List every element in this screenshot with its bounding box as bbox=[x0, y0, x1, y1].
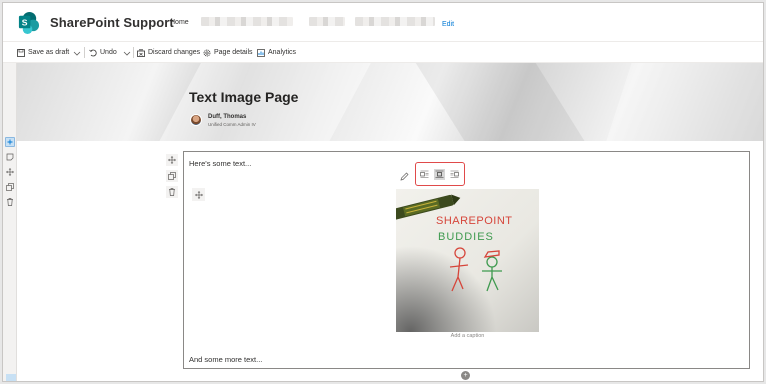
copy-icon bbox=[6, 183, 14, 191]
plus-icon bbox=[7, 139, 13, 145]
gear-icon bbox=[203, 49, 211, 56]
align-left-icon bbox=[420, 170, 429, 178]
move-icon bbox=[194, 190, 203, 199]
save-options-chevron[interactable] bbox=[73, 47, 84, 58]
blurred-nav-links bbox=[355, 17, 435, 26]
image-caption-input[interactable]: Add a caption bbox=[396, 333, 539, 339]
chevron-down-icon bbox=[123, 51, 131, 56]
canvas-section: Here's some text... SHAREPOINT BUDDIES A… bbox=[183, 151, 750, 369]
image-alignment-toolbar bbox=[415, 162, 465, 186]
save-as-draft-button[interactable]: Save as draft bbox=[17, 47, 69, 58]
image-webpart[interactable]: SHAREPOINT BUDDIES bbox=[396, 189, 539, 332]
photo-text-line1: SHAREPOINT bbox=[436, 215, 513, 227]
left-toolbox-rail bbox=[3, 63, 17, 381]
align-center-button[interactable] bbox=[434, 169, 445, 180]
site-title[interactable]: SharePoint Support bbox=[50, 15, 174, 30]
author-name[interactable]: Duff, Thomas bbox=[208, 114, 246, 120]
app-frame: S SharePoint Support Home Edit Save as d… bbox=[2, 2, 764, 382]
save-as-draft-label: Save as draft bbox=[28, 49, 70, 56]
align-right-button[interactable] bbox=[449, 169, 460, 180]
copy-icon bbox=[168, 172, 176, 180]
edit-image-button[interactable] bbox=[398, 170, 410, 182]
avatar bbox=[190, 114, 202, 126]
text-webpart-bottom[interactable]: And some more text... bbox=[189, 355, 262, 364]
section-edit-icon bbox=[6, 153, 14, 161]
align-left-button[interactable] bbox=[419, 169, 430, 180]
chevron-down-icon bbox=[73, 51, 81, 56]
move-icon bbox=[168, 156, 176, 164]
move-icon bbox=[6, 168, 14, 176]
pencil-icon bbox=[400, 172, 408, 180]
duplicate-rail-button[interactable] bbox=[5, 182, 15, 192]
photo-text-line2: BUDDIES bbox=[438, 231, 494, 243]
page-details-label: Page details bbox=[214, 49, 253, 56]
command-bar: Save as draft Undo Discard changes Page … bbox=[3, 42, 763, 63]
logo-letter: S bbox=[22, 17, 28, 27]
divider bbox=[84, 47, 85, 58]
sharepoint-buddies-photo: SHAREPOINT BUDDIES bbox=[396, 189, 539, 332]
sharepoint-logo-icon[interactable]: S bbox=[17, 11, 40, 34]
banner-background-shape bbox=[602, 63, 763, 141]
trash-icon bbox=[169, 188, 175, 196]
delete-webpart-button[interactable] bbox=[166, 186, 178, 198]
banner-background-shape bbox=[409, 63, 605, 141]
add-section-button[interactable]: + bbox=[461, 371, 470, 380]
add-webpart-rail-button[interactable] bbox=[5, 137, 15, 147]
title-banner: Text Image Page Duff, Thomas Unified Com… bbox=[17, 63, 763, 141]
analytics-label: Analytics bbox=[268, 49, 297, 56]
discard-changes-label: Discard changes bbox=[148, 49, 201, 56]
text-webpart-top[interactable]: Here's some text... bbox=[189, 159, 251, 168]
rail-expand-button[interactable] bbox=[6, 374, 16, 381]
section-toolbar bbox=[166, 154, 180, 202]
nav-home-link[interactable]: Home bbox=[170, 19, 189, 26]
undo-label: Undo bbox=[100, 49, 117, 56]
move-webpart-button[interactable] bbox=[166, 154, 178, 166]
page-title[interactable]: Text Image Page bbox=[189, 89, 298, 105]
plus-icon: + bbox=[463, 372, 468, 379]
blurred-nav-links bbox=[201, 17, 293, 26]
delete-rail-button[interactable] bbox=[5, 197, 15, 207]
edit-link[interactable]: Edit bbox=[442, 21, 454, 28]
align-center-icon bbox=[435, 170, 444, 178]
divider bbox=[133, 47, 134, 58]
edit-section-rail-button[interactable] bbox=[5, 152, 15, 162]
discard-changes-button[interactable]: Discard changes bbox=[137, 47, 200, 58]
trash-icon bbox=[7, 198, 13, 206]
duplicate-webpart-button[interactable] bbox=[166, 170, 178, 182]
discard-icon bbox=[137, 48, 145, 57]
align-right-icon bbox=[450, 170, 459, 178]
site-header: S SharePoint Support Home Edit bbox=[3, 3, 763, 42]
blurred-nav-links bbox=[309, 17, 345, 26]
undo-button[interactable]: Undo bbox=[89, 47, 117, 58]
author-role: Unified Comm Admin IV bbox=[208, 122, 256, 127]
image-move-handle[interactable] bbox=[192, 188, 205, 201]
move-rail-button[interactable] bbox=[5, 167, 15, 177]
analytics-button[interactable]: Analytics bbox=[257, 47, 296, 58]
chart-icon bbox=[257, 48, 265, 57]
page-details-button[interactable]: Page details bbox=[203, 47, 253, 58]
save-icon bbox=[17, 48, 25, 57]
undo-icon bbox=[89, 49, 97, 56]
